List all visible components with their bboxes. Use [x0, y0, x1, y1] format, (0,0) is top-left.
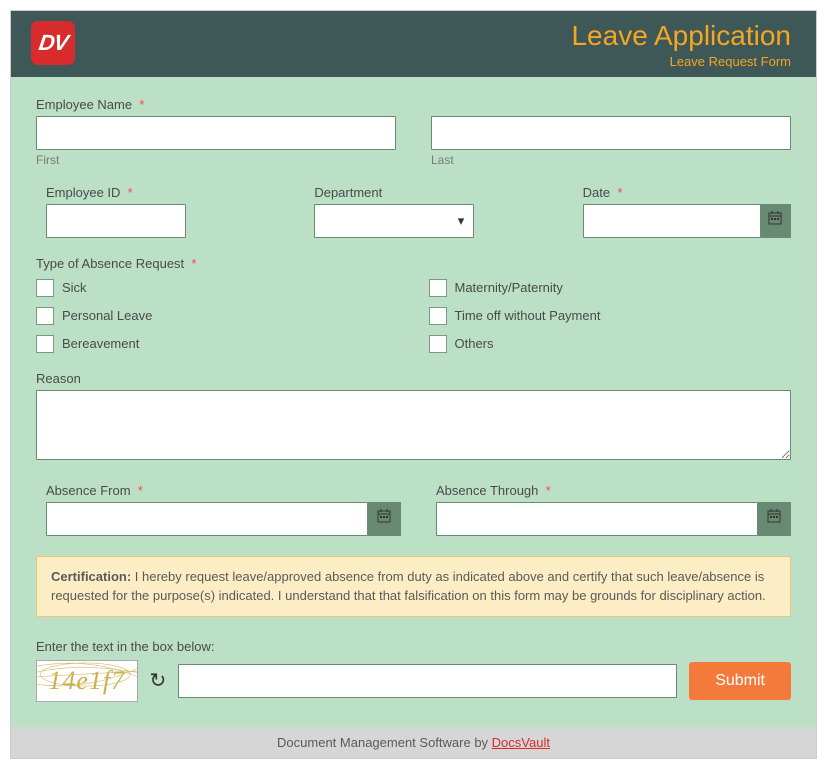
checkbox-timeoff-label: Time off without Payment — [455, 308, 601, 323]
checkbox-personal[interactable] — [36, 307, 54, 325]
checkbox-timeoff[interactable] — [429, 307, 447, 325]
page-title: Leave Application — [571, 21, 791, 52]
checkbox-bereavement[interactable] — [36, 335, 54, 353]
form-container: DV Leave Application Leave Request Form … — [10, 10, 817, 759]
footer-link[interactable]: DocsVault — [492, 735, 550, 750]
header-right: Leave Application Leave Request Form — [571, 21, 791, 69]
captcha-input[interactable] — [178, 664, 677, 698]
footer: Document Management Software by DocsVaul… — [11, 727, 816, 758]
submit-button[interactable]: Submit — [689, 662, 791, 700]
date-input[interactable] — [583, 204, 761, 238]
calendar-icon — [767, 509, 781, 528]
absence-from-input[interactable] — [46, 502, 368, 536]
captcha-value: 14e1f7 — [48, 666, 125, 696]
last-name-input[interactable] — [431, 116, 791, 150]
absence-type-label: Type of Absence Request * — [36, 256, 791, 271]
certification-box: Certification: I hereby request leave/ap… — [36, 556, 791, 617]
refresh-icon[interactable]: ↻ — [150, 668, 167, 693]
form-body: Employee Name * First Last Employee ID *… — [11, 77, 816, 727]
checkbox-sick[interactable] — [36, 279, 54, 297]
footer-text: Document Management Software by — [277, 735, 492, 750]
checkbox-maternity[interactable] — [429, 279, 447, 297]
absence-through-label: Absence Through * — [436, 483, 791, 498]
department-select[interactable] — [314, 204, 474, 238]
certification-text: I hereby request leave/approved absence … — [51, 569, 766, 604]
employee-id-label: Employee ID * — [46, 185, 254, 200]
checkbox-personal-label: Personal Leave — [62, 308, 152, 323]
captcha-image: 14e1f7 — [36, 660, 138, 702]
calendar-icon — [377, 509, 391, 528]
checkbox-bereavement-label: Bereavement — [62, 336, 139, 351]
employee-name-label: Employee Name * — [36, 97, 791, 112]
checkbox-others[interactable] — [429, 335, 447, 353]
last-sublabel: Last — [431, 153, 791, 167]
reason-label: Reason — [36, 371, 791, 386]
checkbox-maternity-label: Maternity/Paternity — [455, 280, 563, 295]
checkbox-others-label: Others — [455, 336, 494, 351]
date-picker-button[interactable] — [761, 204, 791, 238]
reason-textarea[interactable] — [36, 390, 791, 460]
first-sublabel: First — [36, 153, 396, 167]
absence-from-label: Absence From * — [46, 483, 401, 498]
captcha-label: Enter the text in the box below: — [36, 639, 791, 654]
employee-id-input[interactable] — [46, 204, 186, 238]
logo: DV — [31, 21, 75, 65]
first-name-input[interactable] — [36, 116, 396, 150]
absence-through-input[interactable] — [436, 502, 758, 536]
absence-through-picker-button[interactable] — [758, 502, 791, 536]
checkbox-sick-label: Sick — [62, 280, 87, 295]
certification-bold: Certification: — [51, 569, 131, 584]
page-subtitle: Leave Request Form — [571, 54, 791, 69]
date-label: Date * — [583, 185, 791, 200]
absence-from-picker-button[interactable] — [368, 502, 401, 536]
department-label: Department — [314, 185, 522, 200]
calendar-icon — [768, 211, 782, 230]
header: DV Leave Application Leave Request Form — [11, 11, 816, 77]
